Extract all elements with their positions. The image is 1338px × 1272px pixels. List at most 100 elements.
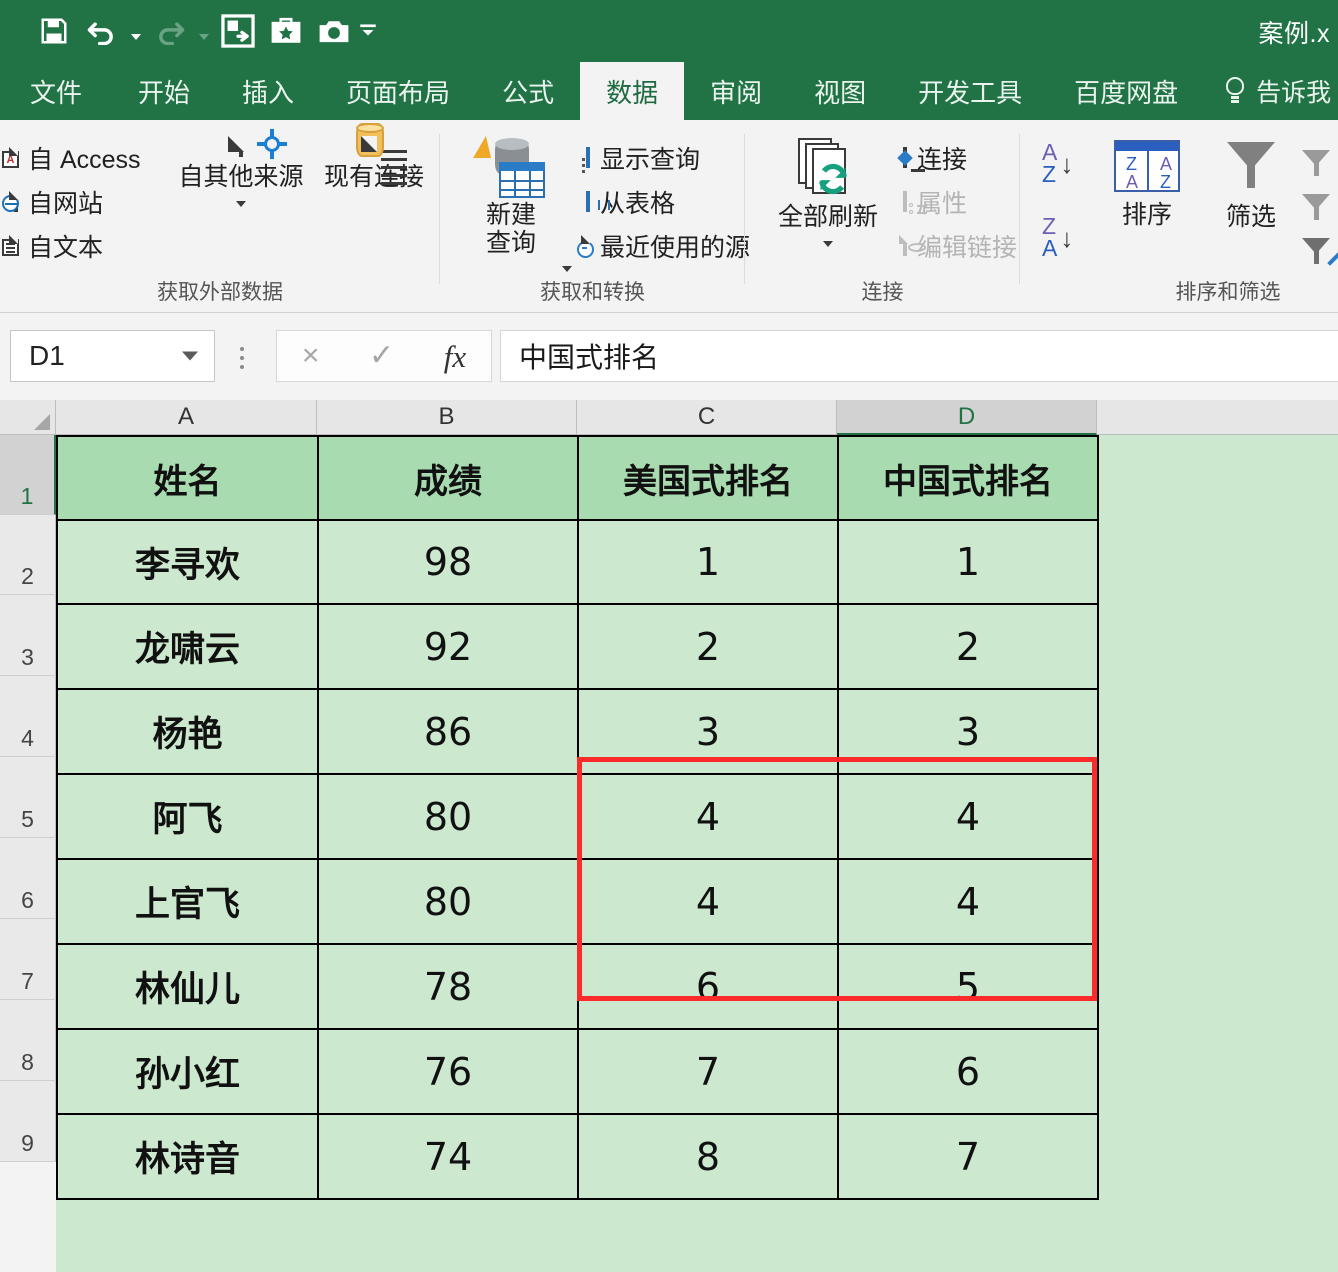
row-header-2[interactable]: 2 xyxy=(0,515,56,595)
cancel-icon[interactable]: × xyxy=(302,341,320,371)
cell-d7[interactable]: 5 xyxy=(837,943,1099,1030)
row-header-8[interactable]: 8 xyxy=(0,1000,56,1081)
cell-c8[interactable]: 7 xyxy=(577,1028,839,1115)
tab-data[interactable]: 数据 xyxy=(580,62,685,120)
tab-page-layout[interactable]: 页面布局 xyxy=(320,62,476,120)
tab-review[interactable]: 审阅 xyxy=(684,62,788,120)
cell-a7[interactable]: 林仙儿 xyxy=(56,943,319,1030)
cell-a4[interactable]: 杨艳 xyxy=(56,688,319,775)
confirm-icon[interactable]: ✓ xyxy=(369,341,394,371)
cell-a3[interactable]: 龙啸云 xyxy=(56,603,319,690)
formula-input[interactable]: 中国式排名 xyxy=(500,330,1338,382)
recent-sources-button[interactable]: 最近使用的源 xyxy=(577,224,750,268)
from-other-sources-button[interactable]: 自其他来源 xyxy=(176,129,306,207)
reapply-filter-button[interactable]: 重新应用 xyxy=(1302,180,1338,224)
column-header-d[interactable]: D xyxy=(837,400,1097,435)
cell-c4[interactable]: 3 xyxy=(577,688,839,775)
redo-icon[interactable] xyxy=(146,8,194,54)
chevron-down-icon[interactable] xyxy=(182,351,198,361)
cell-a9[interactable]: 林诗音 xyxy=(56,1113,319,1200)
cell-a2[interactable]: 李寻欢 xyxy=(56,519,319,605)
cell-d9[interactable]: 7 xyxy=(837,1113,1099,1200)
column-header-b[interactable]: B xyxy=(317,400,577,435)
sort-button[interactable]: Z A A Z 排序 xyxy=(1104,140,1190,230)
cell-d1[interactable]: 中国式排名 xyxy=(837,435,1099,521)
row-header-1[interactable]: 1 xyxy=(0,435,56,515)
row-header-5[interactable]: 5 xyxy=(0,757,56,838)
clear-filter-button[interactable]: 清除 xyxy=(1302,136,1338,180)
cell-c9[interactable]: 8 xyxy=(577,1113,839,1200)
excel-export-icon[interactable] xyxy=(214,8,262,54)
advanced-filter-button[interactable]: 高级 xyxy=(1302,224,1338,268)
cell-d5[interactable]: 4 xyxy=(837,773,1099,860)
cell-a1[interactable]: 姓名 xyxy=(56,435,319,521)
from-table-button[interactable]: 从表格 xyxy=(586,180,750,224)
connections-button[interactable]: 连接 xyxy=(897,136,1017,180)
cell-b3[interactable]: 92 xyxy=(317,603,579,690)
sort-desc-button[interactable]: ZA ↓ xyxy=(1042,215,1073,260)
cell-c2[interactable]: 1 xyxy=(577,519,839,605)
column-header-a[interactable]: A xyxy=(56,400,317,435)
customize-qat-icon[interactable] xyxy=(358,8,378,54)
insert-function-icon[interactable]: fx xyxy=(444,341,466,372)
sheet-canvas[interactable]: 姓名 成绩 美国式排名 中国式排名 李寻欢 98 1 1 龙啸云 92 2 2 … xyxy=(56,435,1338,1272)
briefcase-star-icon[interactable] xyxy=(262,8,310,54)
cell-a8[interactable]: 孙小红 xyxy=(56,1028,319,1115)
cell-c3[interactable]: 2 xyxy=(577,603,839,690)
cell-d3[interactable]: 2 xyxy=(837,603,1099,690)
cell-b7[interactable]: 78 xyxy=(317,943,579,1030)
redo-dropdown-icon[interactable] xyxy=(194,8,214,54)
tab-insert[interactable]: 插入 xyxy=(216,62,320,120)
name-box[interactable]: D1 xyxy=(10,330,215,382)
sort-asc-button[interactable]: AZ ↓ xyxy=(1042,141,1073,186)
row-header-6[interactable]: 6 xyxy=(0,838,56,919)
select-all-corner[interactable] xyxy=(0,400,56,435)
column-header-c[interactable]: C xyxy=(577,400,837,435)
cell-c6[interactable]: 4 xyxy=(577,858,839,945)
row-header-4[interactable]: 4 xyxy=(0,676,56,757)
cell-c7[interactable]: 6 xyxy=(577,943,839,1030)
row-header-3[interactable]: 3 xyxy=(0,595,56,676)
filter-button[interactable]: 筛选 xyxy=(1208,142,1294,232)
tab-baidu-netdisk[interactable]: 百度网盘 xyxy=(1048,62,1204,120)
cell-d8[interactable]: 6 xyxy=(837,1028,1099,1115)
properties-button[interactable]: 属性 xyxy=(903,180,1017,224)
cell-b1[interactable]: 成绩 xyxy=(317,435,579,521)
from-other-sources-dropdown-icon[interactable] xyxy=(236,200,246,207)
save-icon[interactable] xyxy=(30,8,78,54)
tab-developer[interactable]: 开发工具 xyxy=(892,62,1048,120)
cell-a5[interactable]: 阿飞 xyxy=(56,773,319,860)
undo-icon[interactable] xyxy=(78,8,126,54)
undo-dropdown-icon[interactable] xyxy=(126,8,146,54)
cell-d4[interactable]: 3 xyxy=(837,688,1099,775)
cell-b4[interactable]: 86 xyxy=(317,688,579,775)
new-query-button[interactable]: 新建 查询 xyxy=(456,136,566,257)
cell-b6[interactable]: 80 xyxy=(317,858,579,945)
refresh-all-dropdown-icon[interactable] xyxy=(823,240,833,247)
formula-bar-grip[interactable] xyxy=(240,347,244,351)
cell-b9[interactable]: 74 xyxy=(317,1113,579,1200)
show-queries-button[interactable]: 显示查询 xyxy=(582,136,750,180)
new-query-dropdown-icon[interactable] xyxy=(562,266,572,272)
cell-c5[interactable]: 4 xyxy=(577,773,839,860)
tab-file[interactable]: 文件 xyxy=(0,62,112,120)
cell-d2[interactable]: 1 xyxy=(837,519,1099,605)
row-header-9[interactable]: 9 xyxy=(0,1081,56,1162)
cell-b2[interactable]: 98 xyxy=(317,519,579,605)
from-access-button[interactable]: A 自 Access xyxy=(2,136,141,180)
from-text-button[interactable]: 自文本 xyxy=(2,224,141,268)
tell-me-box[interactable]: 告诉我 xyxy=(1204,62,1338,120)
row-header-7[interactable]: 7 xyxy=(0,919,56,1000)
from-web-button[interactable]: 自网站 xyxy=(2,180,141,224)
existing-connections-button[interactable]: 现有连接 xyxy=(315,123,433,192)
cell-c1[interactable]: 美国式排名 xyxy=(577,435,839,521)
tab-formulas[interactable]: 公式 xyxy=(476,62,580,120)
refresh-all-button[interactable]: 全部刷新 xyxy=(763,136,893,247)
cell-d6[interactable]: 4 xyxy=(837,858,1099,945)
edit-links-button[interactable]: 编辑链接 xyxy=(903,224,1017,268)
tab-view[interactable]: 视图 xyxy=(788,62,892,120)
cell-b5[interactable]: 80 xyxy=(317,773,579,860)
camera-icon[interactable] xyxy=(310,8,358,54)
cell-b8[interactable]: 76 xyxy=(317,1028,579,1115)
cell-a6[interactable]: 上官飞 xyxy=(56,858,319,945)
